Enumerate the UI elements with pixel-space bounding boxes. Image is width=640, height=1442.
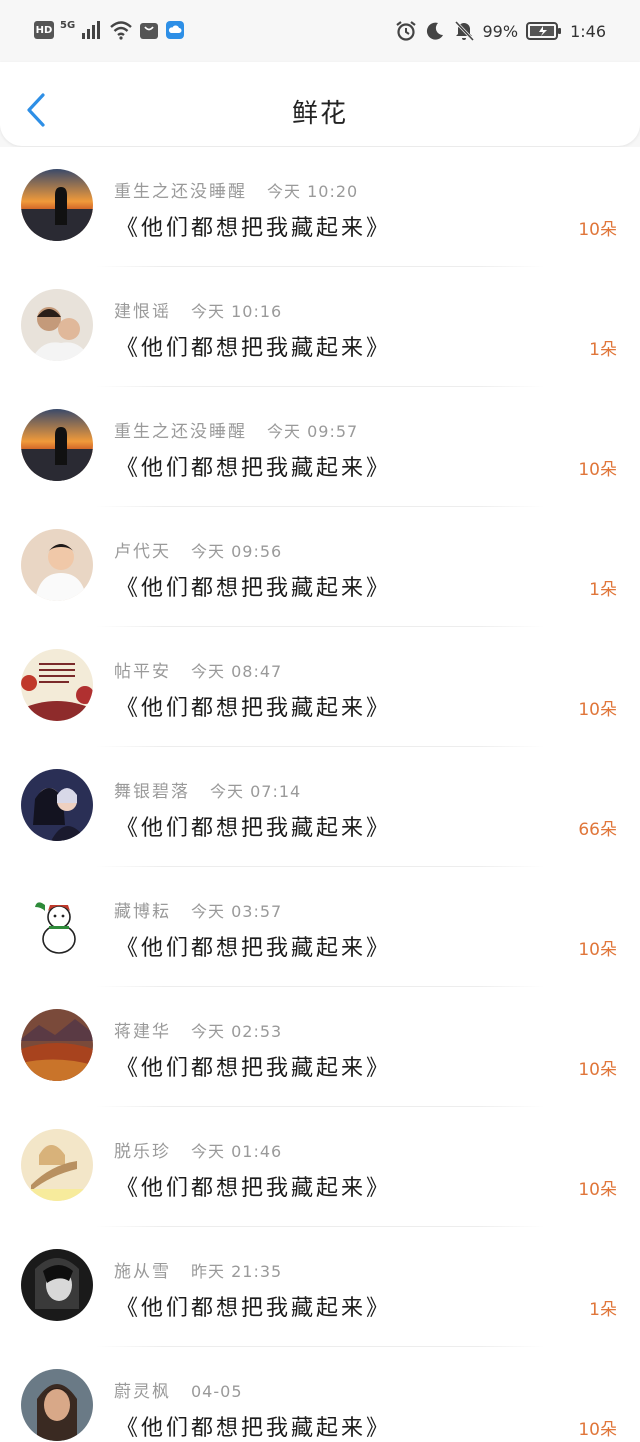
user-name: 施从雪 [114, 1262, 171, 1282]
timestamp: 今天 01:46 [191, 1142, 283, 1161]
list-item[interactable]: 建恨谣 今天 10:16 《他们都想把我藏起来》 1朵 [0, 267, 640, 387]
list-item[interactable]: 重生之还没睡醒 今天 10:20 《他们都想把我藏起来》 10朵 [0, 147, 640, 267]
battery-icon [526, 22, 562, 40]
avatar[interactable] [21, 409, 93, 481]
flower-count: 10朵 [578, 1180, 617, 1200]
timestamp: 今天 10:16 [191, 302, 283, 321]
avatar[interactable] [21, 889, 93, 961]
cloud-icon [166, 21, 185, 39]
status-bar: HD 5G 99% 1:46 [0, 0, 640, 62]
book-title: 《他们都想把我藏起来》 [116, 1296, 392, 1321]
avatar[interactable] [21, 1369, 93, 1441]
user-name: 脱乐珍 [114, 1142, 171, 1162]
monochrome-portrait-image [21, 1249, 93, 1321]
title-bar: 鲜花 [0, 62, 640, 146]
book-title: 《他们都想把我藏起来》 [116, 816, 392, 841]
hd-badge: HD [34, 21, 54, 39]
flower-count: 1朵 [589, 580, 617, 600]
timestamp: 今天 02:53 [191, 1022, 283, 1041]
book-title: 《他们都想把我藏起来》 [116, 336, 392, 361]
avatar[interactable] [21, 1129, 93, 1201]
avatar[interactable] [21, 289, 93, 361]
flower-count: 1朵 [589, 340, 617, 360]
book-title: 《他们都想把我藏起来》 [116, 1416, 392, 1441]
flower-record-list: 重生之还没睡醒 今天 10:20 《他们都想把我藏起来》 10朵 建恨谣 今天 10… [0, 147, 640, 1442]
mute-bell-icon [454, 20, 474, 42]
user-name: 藏博耘 [114, 902, 171, 922]
list-item[interactable]: 蔚灵枫 04-05 《他们都想把我藏起来》 10朵 [0, 1347, 640, 1442]
network-label: 5G [60, 19, 76, 31]
sunset-silhouette-image [21, 409, 93, 481]
list-item[interactable]: 蒋建华 今天 02:53 《他们都想把我藏起来》 10朵 [0, 987, 640, 1107]
book-title: 《他们都想把我藏起来》 [116, 576, 392, 601]
bag-icon [140, 23, 159, 39]
flower-count: 10朵 [578, 220, 617, 240]
flower-count: 10朵 [578, 460, 617, 480]
moon-icon [426, 22, 443, 40]
book-title: 《他们都想把我藏起来》 [116, 456, 392, 481]
book-title: 《他们都想把我藏起来》 [116, 216, 392, 241]
young-man-image [21, 529, 93, 601]
timestamp: 今天 07:14 [210, 782, 302, 801]
avatar[interactable] [21, 769, 93, 841]
alarm-icon [395, 21, 416, 41]
autumn-landscape-image [21, 1009, 93, 1081]
user-name: 重生之还没睡醒 [114, 182, 247, 202]
avatar[interactable] [21, 1249, 93, 1321]
flower-count: 66朵 [578, 820, 617, 840]
timestamp: 今天 10:20 [267, 182, 359, 201]
book-title: 《他们都想把我藏起来》 [116, 1176, 392, 1201]
flower-count: 10朵 [578, 1060, 617, 1080]
flower-count: 10朵 [578, 940, 617, 960]
timestamp: 昨天 21:35 [191, 1262, 283, 1281]
user-name: 蔚灵枫 [114, 1382, 171, 1402]
anime-girl-card-image [21, 1129, 93, 1201]
cartoon-snowman-image [21, 889, 93, 961]
clock: 1:46 [570, 21, 606, 41]
timestamp: 今天 09:57 [267, 422, 359, 441]
list-item[interactable]: 帖平安 今天 08:47 《他们都想把我藏起来》 10朵 [0, 627, 640, 747]
signal-icon [82, 21, 101, 39]
user-name: 帖平安 [114, 662, 171, 682]
user-name: 卢代天 [114, 542, 171, 562]
list-item[interactable]: 卢代天 今天 09:56 《他们都想把我藏起来》 1朵 [0, 507, 640, 627]
battery-percent: 99% [482, 21, 519, 41]
book-title: 《他们都想把我藏起来》 [116, 1056, 392, 1081]
list-item[interactable]: 藏博耘 今天 03:57 《他们都想把我藏起来》 10朵 [0, 867, 640, 987]
avatar[interactable] [21, 169, 93, 241]
list-item[interactable]: 重生之还没睡醒 今天 09:57 《他们都想把我藏起来》 10朵 [0, 387, 640, 507]
sunset-silhouette-image [21, 169, 93, 241]
page-title: 鲜花 [291, 99, 348, 129]
anime-couple-image [21, 769, 93, 841]
wifi-icon [110, 21, 132, 40]
user-name: 建恨谣 [114, 302, 171, 322]
timestamp: 今天 03:57 [191, 902, 283, 921]
avatar[interactable] [21, 1009, 93, 1081]
user-name: 舞银碧落 [114, 782, 190, 802]
user-name: 重生之还没睡醒 [114, 422, 247, 442]
list-item[interactable]: 舞银碧落 今天 07:14 《他们都想把我藏起来》 66朵 [0, 747, 640, 867]
timestamp: 今天 09:56 [191, 542, 283, 561]
user-name: 蒋建华 [114, 1022, 171, 1042]
flower-count: 10朵 [578, 700, 617, 720]
avatar[interactable] [21, 649, 93, 721]
couple-photo-image [21, 289, 93, 361]
avatar[interactable] [21, 529, 93, 601]
woman-portrait-image [21, 1369, 93, 1441]
list-item[interactable]: 脱乐珍 今天 01:46 《他们都想把我藏起来》 10朵 [0, 1107, 640, 1227]
book-title: 《他们都想把我藏起来》 [116, 696, 392, 721]
flower-count: 1朵 [589, 1300, 617, 1320]
book-title: 《他们都想把我藏起来》 [116, 936, 392, 961]
list-item[interactable]: 施从雪 昨天 21:35 《他们都想把我藏起来》 1朵 [0, 1227, 640, 1347]
timestamp: 04-05 [191, 1382, 243, 1401]
floral-text-card-image [21, 649, 93, 721]
flower-count: 10朵 [578, 1420, 617, 1440]
timestamp: 今天 08:47 [191, 662, 283, 681]
